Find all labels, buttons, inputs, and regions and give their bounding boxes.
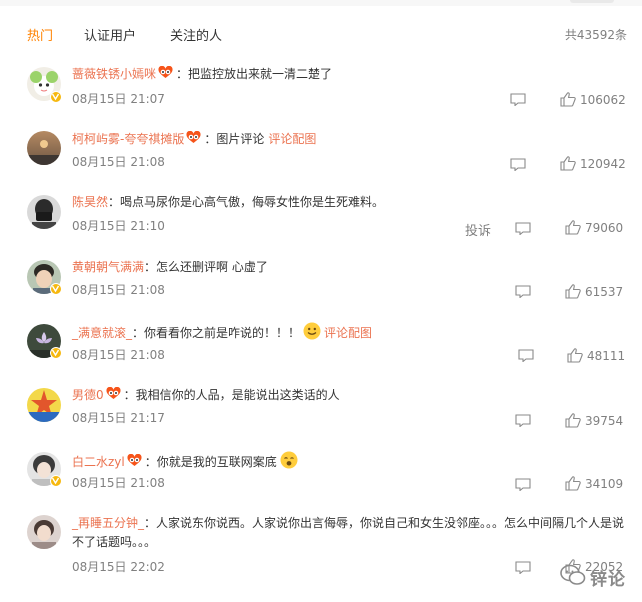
username-link[interactable]: _再睡五分钟_ xyxy=(72,516,144,530)
comment-text-line: 男德0 ：我相信你的人品，是能说出这类话的人 xyxy=(72,386,340,405)
vip-member-icon xyxy=(186,130,201,149)
username-link[interactable]: 蔷薇铁锈小嫣咪 xyxy=(72,67,156,81)
total-count: 共43592条 xyxy=(564,28,627,42)
vip-member-icon xyxy=(158,65,173,84)
comment-text: ：我相信你的人品，是能说出这类话的人 xyxy=(123,388,340,402)
verified-badge-icon xyxy=(50,283,62,295)
like-count: 39754 xyxy=(585,414,624,428)
username-link[interactable]: 黄朝朝气满满 xyxy=(72,260,144,274)
wechat-logo-icon xyxy=(560,564,586,585)
reply-icon[interactable] xyxy=(510,158,526,171)
smiley-emoji-icon xyxy=(303,322,321,345)
tab-hot[interactable]: 热门 xyxy=(27,25,53,44)
comment-text-line: 黄朝朝气满满：怎么还删评啊 心虚了 xyxy=(72,258,268,276)
watermark-text: 锌论 xyxy=(590,570,626,590)
thumbs-up-icon xyxy=(565,476,581,491)
comment-tabs: 热门 认证用户 关注的人 共43592条 xyxy=(0,0,642,56)
reply-icon[interactable] xyxy=(515,285,531,298)
username-link[interactable]: _满意就滚_ xyxy=(72,326,132,340)
thumbs-up-icon xyxy=(567,348,583,363)
verified-badge-icon xyxy=(50,91,62,103)
comment-time: 08月15日 21:17 xyxy=(72,411,165,425)
watermark: 锌论 xyxy=(560,560,630,590)
like-count: 106062 xyxy=(580,93,626,107)
thumbs-up-icon xyxy=(565,413,581,428)
avatar[interactable] xyxy=(27,515,61,549)
comment-text-line: _再睡五分钟_：人家说东你说西。人家说你出言侮辱，你说自己和女生没邻座。。。怎么… xyxy=(72,514,632,552)
comment-picture-link[interactable]: 评论配图 xyxy=(268,132,316,146)
comment-text: ：人家说东你说西。人家说你出言侮辱，你说自己和女生没邻座。。。怎么中间隔几个人是… xyxy=(72,516,625,549)
comment-text-line: 白二水zyl ：你就是我的互联网案底 xyxy=(72,451,301,474)
reply-icon[interactable] xyxy=(515,561,531,574)
tab-following[interactable]: 关注的人 xyxy=(170,25,222,44)
like-count: 120942 xyxy=(580,157,626,171)
comment-time: 08月15日 21:10 xyxy=(72,219,165,233)
avatar[interactable] xyxy=(27,131,61,165)
comment-text: ：你看看你之前是咋说的！！！ xyxy=(132,326,301,340)
comment-text-line: 陈昊然：喝点马尿你是心高气傲，侮辱女性你是生死难料。 xyxy=(72,193,384,211)
thumbs-up-icon xyxy=(565,220,581,235)
reply-icon[interactable] xyxy=(515,478,531,491)
comment-text-line: 蔷薇铁锈小嫣咪 ：把监控放出来就一清二楚了 xyxy=(72,65,332,84)
comment-text: ：喝点马尿你是心高气傲，侮辱女性你是生死难料。 xyxy=(108,195,385,209)
thumbs-up-icon xyxy=(565,284,581,299)
verified-badge-icon xyxy=(50,347,62,359)
username-link[interactable]: 陈昊然 xyxy=(72,195,108,209)
comment-time: 08月15日 22:02 xyxy=(72,560,165,574)
comment-time: 08月15日 21:07 xyxy=(72,92,165,106)
reply-icon[interactable] xyxy=(518,349,534,362)
vip-member-icon xyxy=(127,453,142,472)
comment-time: 08月15日 21:08 xyxy=(72,283,165,297)
shocked-emoji-icon xyxy=(280,451,298,474)
verified-badge-icon xyxy=(50,475,62,487)
comment-time: 08月15日 21:08 xyxy=(72,348,165,362)
like-count: 79060 xyxy=(585,221,624,235)
like-count: 61537 xyxy=(585,285,624,299)
reply-icon[interactable] xyxy=(510,93,526,106)
comment-text: ：怎么还删评啊 心虚了 xyxy=(144,260,268,274)
reply-icon[interactable] xyxy=(515,414,531,427)
comment-time: 08月15日 21:08 xyxy=(72,476,165,490)
comment-text-line: 柯柯屿雾-夸夸祺摊版 ：图片评论 评论配图 xyxy=(72,130,316,149)
thumbs-up-icon xyxy=(560,92,576,107)
like-count: 48111 xyxy=(587,349,626,363)
reply-icon[interactable] xyxy=(515,222,531,235)
username-link[interactable]: 柯柯屿雾-夸夸祺摊版 xyxy=(72,132,184,146)
comment-text: ：图片评论 xyxy=(204,132,265,146)
vip-member-icon xyxy=(106,386,121,405)
comment-text: ：把监控放出来就一清二楚了 xyxy=(176,67,333,81)
comment-time: 08月15日 21:08 xyxy=(72,155,165,169)
like-count: 34109 xyxy=(585,477,624,491)
report-button[interactable]: 投诉 xyxy=(465,220,491,239)
username-link[interactable]: 男德0 xyxy=(72,388,104,402)
avatar[interactable] xyxy=(27,195,61,229)
thumbs-up-icon xyxy=(560,156,576,171)
avatar[interactable] xyxy=(27,388,61,422)
comment-text-line: _满意就滚_：你看看你之前是咋说的！！！ 评论配图 xyxy=(72,322,372,345)
tab-verified-users[interactable]: 认证用户 xyxy=(84,25,136,44)
username-link[interactable]: 白二水zyl xyxy=(72,455,125,469)
comment-text: ：你就是我的互联网案底 xyxy=(144,455,277,469)
comment-picture-link[interactable]: 评论配图 xyxy=(324,326,372,340)
